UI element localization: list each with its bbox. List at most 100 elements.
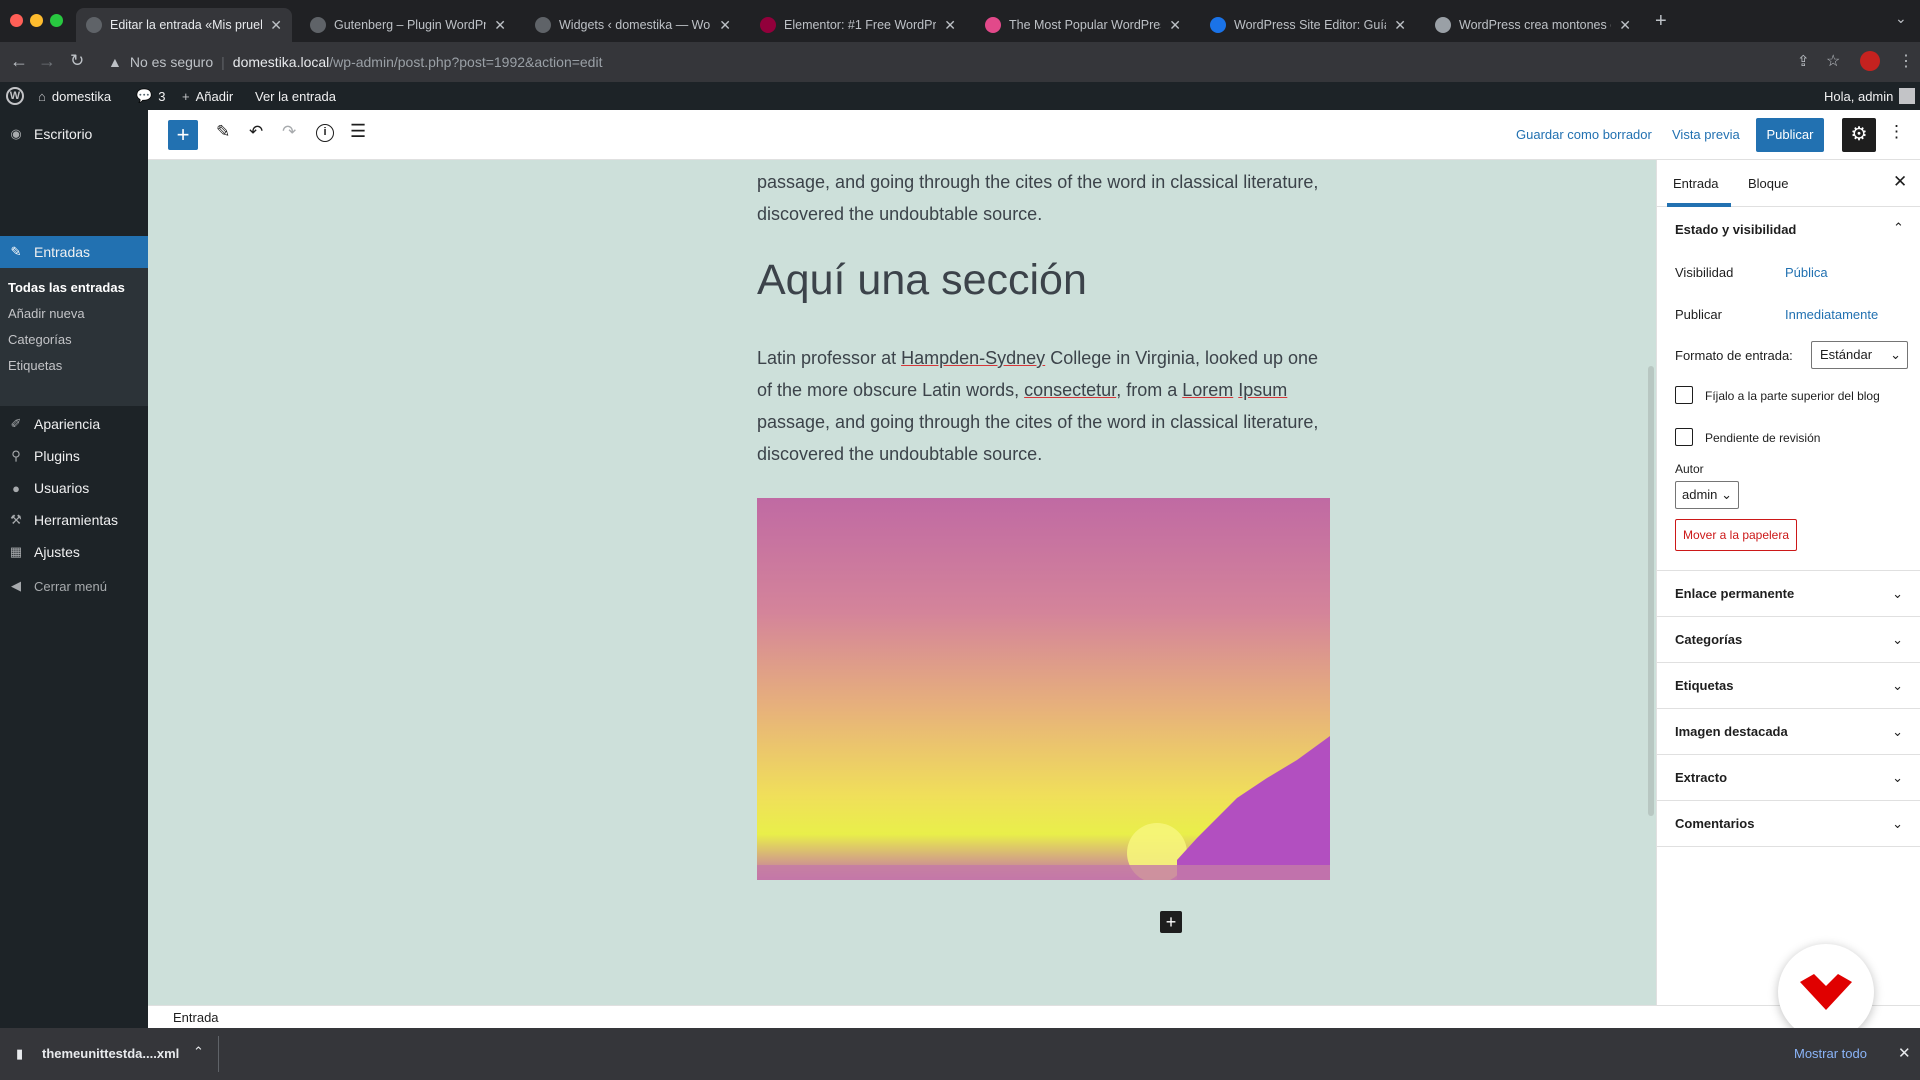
browser-tab[interactable]: WordPress crea montones de c ✕ xyxy=(1425,8,1641,42)
chevron-up-icon[interactable]: ⌃ xyxy=(193,1044,204,1060)
close-tab-icon[interactable]: ✕ xyxy=(494,17,506,34)
reload-icon[interactable]: ↻ xyxy=(70,51,84,71)
minimize-window-icon[interactable] xyxy=(30,14,43,27)
browser-tab[interactable]: The Most Popular WordPress T ✕ xyxy=(975,8,1191,42)
redo-icon[interactable]: ↷ xyxy=(282,122,296,142)
sticky-checkbox[interactable] xyxy=(1675,386,1693,404)
add-block-icon[interactable]: + xyxy=(1160,911,1182,933)
visibility-toggle[interactable]: Pública xyxy=(1785,265,1828,280)
share-icon[interactable]: ⇪ xyxy=(1797,52,1810,70)
browser-tab[interactable]: Elementor: #1 Free WordPress ✕ xyxy=(750,8,966,42)
panel-section-title: Enlace permanente xyxy=(1675,586,1795,601)
warning-icon: ▲ xyxy=(108,54,122,70)
pending-checkbox[interactable] xyxy=(1675,428,1693,446)
sidebar-item-dashboard[interactable]: ◉ Escritorio xyxy=(0,118,148,150)
sidebar-item-wrench[interactable]: ⚒ Herramientas xyxy=(0,504,148,536)
format-value: Estándar xyxy=(1820,347,1873,362)
browser-tab[interactable]: Widgets ‹ domestika — WordP ✕ xyxy=(525,8,741,42)
sidebar-item-collapse[interactable]: ◀ Cerrar menú xyxy=(0,570,148,602)
view-post-link[interactable]: Ver la entrada xyxy=(255,82,336,110)
submenu-tags[interactable]: Etiquetas xyxy=(8,358,62,373)
chevron-up-icon[interactable]: ⌃ xyxy=(1893,220,1904,236)
save-draft-button[interactable]: Guardar como borrador xyxy=(1516,127,1652,142)
block-breadcrumb[interactable]: Entrada xyxy=(173,1010,219,1025)
publish-date-toggle[interactable]: Inmediatamente xyxy=(1785,307,1878,322)
chevron-down-icon: ⌄ xyxy=(1892,585,1903,601)
close-panel-icon[interactable]: ✕ xyxy=(1893,172,1907,192)
sidebar-item-users[interactable]: ● Usuarios xyxy=(0,472,148,504)
chevron-down-icon: ⌄ xyxy=(1892,815,1903,831)
tools-pencil-icon[interactable]: ✎ xyxy=(216,122,230,142)
wordpress-logo-icon[interactable]: W xyxy=(6,82,24,110)
panel-section-title: Imagen destacada xyxy=(1675,724,1788,739)
author-select[interactable]: admin ⌄ xyxy=(1675,481,1739,509)
close-tab-icon[interactable]: ✕ xyxy=(270,17,282,34)
sidebar-item-settings[interactable]: ▦ Ajustes xyxy=(0,536,148,568)
tab-post[interactable]: Entrada xyxy=(1673,176,1719,191)
close-tab-icon[interactable]: ✕ xyxy=(1619,17,1631,34)
comment-bubble-icon: 💬 xyxy=(136,88,153,103)
browser-tab[interactable]: WordPress Site Editor: Guía so ✕ xyxy=(1200,8,1416,42)
show-all-button[interactable]: Mostrar todo xyxy=(1794,1046,1867,1061)
close-tab-icon[interactable]: ✕ xyxy=(944,17,956,34)
close-download-bar-icon[interactable]: ✕ xyxy=(1898,1044,1911,1062)
status-section-title[interactable]: Estado y visibilidad xyxy=(1675,222,1796,237)
block-inserter-button[interactable]: + xyxy=(168,120,198,150)
address-bar[interactable]: ▲ No es seguro | domestika.local /wp-adm… xyxy=(100,47,1800,77)
maximize-window-icon[interactable] xyxy=(50,14,63,27)
site-link[interactable]: ⌂ domestika xyxy=(38,82,111,110)
close-tab-icon[interactable]: ✕ xyxy=(719,17,731,34)
heading-block[interactable]: Aquí una sección xyxy=(757,256,1087,305)
move-to-trash-button[interactable]: Mover a la papelera xyxy=(1675,519,1797,551)
panel-section[interactable]: Comentarios ⌄ xyxy=(1657,800,1920,846)
panel-section[interactable]: Categorías ⌄ xyxy=(1657,616,1920,662)
image-block[interactable] xyxy=(757,498,1330,880)
divider xyxy=(218,1036,219,1072)
tab-active-indicator xyxy=(1667,203,1731,207)
panel-section[interactable]: Etiquetas ⌄ xyxy=(1657,662,1920,708)
tab-block[interactable]: Bloque xyxy=(1748,176,1788,191)
close-window-icon[interactable] xyxy=(10,14,23,27)
list-view-icon[interactable]: ☰ xyxy=(350,121,366,142)
browser-menu-icon[interactable]: ⋮ xyxy=(1898,51,1914,71)
paragraph-block-2[interactable]: Latin professor at Hampden-Sydney Colleg… xyxy=(757,342,1337,470)
settings-gear-icon[interactable]: ⚙ xyxy=(1842,118,1876,152)
submenu-categories[interactable]: Categorías xyxy=(8,332,72,347)
browser-tab[interactable]: Gutenberg – Plugin WordPress ✕ xyxy=(300,8,516,42)
details-info-icon[interactable]: i xyxy=(316,124,334,142)
undo-icon[interactable]: ↶ xyxy=(249,122,263,142)
panel-section[interactable]: Extracto ⌄ xyxy=(1657,754,1920,800)
browser-tab[interactable]: Editar la entrada «Mis pruebas ✕ xyxy=(76,8,292,42)
submenu-all-posts[interactable]: Todas las entradas xyxy=(8,280,125,295)
editor-header: + ✎ ↶ ↷ i ☰ Guardar como borrador Vista … xyxy=(148,110,1920,160)
publish-button[interactable]: Publicar xyxy=(1756,118,1824,152)
sidebar-item-plugin[interactable]: ⚲ Plugins xyxy=(0,440,148,472)
text: Latin professor at xyxy=(757,348,902,368)
users-icon: ● xyxy=(12,480,20,496)
tab-search-icon[interactable]: ⌄ xyxy=(1895,10,1907,27)
y-icon xyxy=(1435,17,1451,33)
tab-title: Editar la entrada «Mis pruebas xyxy=(110,18,262,32)
forward-icon[interactable]: → xyxy=(38,51,56,72)
post-format-select[interactable]: Estándar ⌄ xyxy=(1811,341,1908,369)
bookmark-star-icon[interactable]: ☆ xyxy=(1826,51,1840,71)
close-tab-icon[interactable]: ✕ xyxy=(1169,17,1181,34)
back-icon[interactable]: ← xyxy=(10,51,28,72)
new-tab-icon[interactable]: + xyxy=(1655,10,1667,33)
sidebar-item-pin[interactable]: ✎ Entradas xyxy=(0,236,148,268)
close-tab-icon[interactable]: ✕ xyxy=(1394,17,1406,34)
download-file-name[interactable]: themeunittestda....xml xyxy=(42,1046,179,1061)
comments-link[interactable]: 💬 3 xyxy=(136,82,165,110)
panel-section[interactable]: Enlace permanente ⌄ xyxy=(1657,570,1920,616)
submenu-add-new[interactable]: Añadir nueva xyxy=(8,306,85,321)
paragraph-block[interactable]: passage, and going through the cites of … xyxy=(757,166,1337,230)
add-new-link[interactable]: + Añadir xyxy=(182,82,233,110)
sidebar-item-brush[interactable]: ✐ Apariencia xyxy=(0,408,148,440)
profile-icon[interactable] xyxy=(1860,51,1880,71)
canvas-scrollbar[interactable] xyxy=(1648,366,1654,816)
panel-section[interactable]: Imagen destacada ⌄ xyxy=(1657,708,1920,754)
submenu: Todas las entradas Añadir nueva Categorí… xyxy=(0,268,148,406)
preview-button[interactable]: Vista previa xyxy=(1672,127,1740,142)
account-menu[interactable]: Hola, admin xyxy=(1824,82,1916,110)
options-menu-icon[interactable]: ⋮ xyxy=(1888,122,1905,142)
